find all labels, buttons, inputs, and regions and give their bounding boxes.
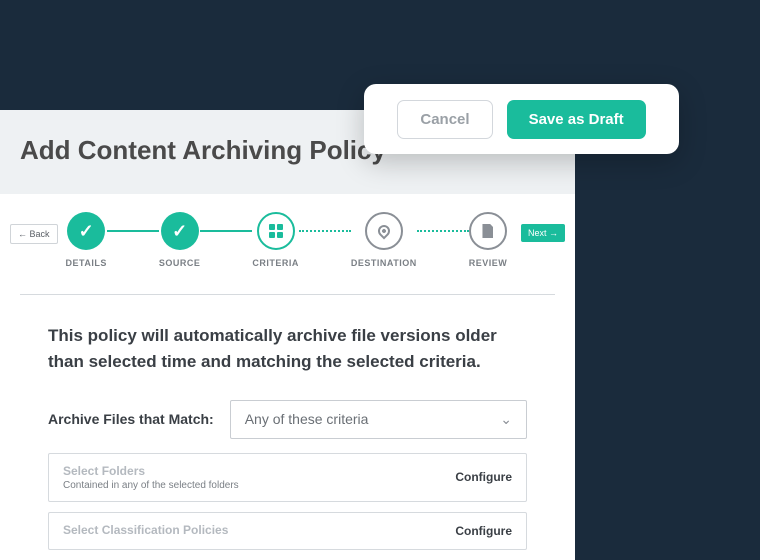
steps-row: ✓ DETAILS ✓ SOURCE CRITERIA DESTINATION: [66, 212, 513, 268]
step-label: CRITERIA: [252, 258, 299, 268]
criteria-info: Select Classification Policies: [63, 523, 228, 539]
criteria-card-classification: Select Classification Policies Configure: [48, 512, 527, 550]
step-label: DETAILS: [66, 258, 107, 268]
criteria-title: Select Folders: [63, 464, 239, 478]
stepper-connector: [299, 230, 351, 232]
document-icon: [469, 212, 507, 250]
stepper-connector: [107, 230, 159, 232]
select-value: Any of these criteria: [245, 411, 369, 427]
stepper-connector: [200, 230, 252, 232]
chevron-down-icon: ⌄: [500, 411, 512, 428]
match-row: Archive Files that Match: Any of these c…: [0, 400, 575, 453]
criteria-info: Select Folders Contained in any of the s…: [63, 464, 239, 491]
step-details[interactable]: ✓ DETAILS: [66, 212, 107, 268]
policy-description: This policy will automatically archive f…: [0, 295, 575, 400]
cancel-button[interactable]: Cancel: [397, 100, 492, 139]
check-icon: ✓: [161, 212, 199, 250]
step-source[interactable]: ✓ SOURCE: [159, 212, 201, 268]
step-label: DESTINATION: [351, 258, 417, 268]
step-criteria[interactable]: CRITERIA: [252, 212, 299, 268]
action-card: Cancel Save as Draft: [364, 84, 679, 154]
back-button[interactable]: ← Back: [10, 224, 58, 244]
pin-icon: [365, 212, 403, 250]
policy-panel: Add Content Archiving Policy ← Back ✓ DE…: [0, 110, 575, 560]
step-destination[interactable]: DESTINATION: [351, 212, 417, 268]
stepper-connector: [417, 230, 469, 232]
stepper: ← Back ✓ DETAILS ✓ SOURCE CRITERIA DES: [0, 194, 575, 276]
criteria-title: Select Classification Policies: [63, 523, 228, 537]
save-draft-button[interactable]: Save as Draft: [507, 100, 646, 139]
match-criteria-select[interactable]: Any of these criteria ⌄: [230, 400, 527, 439]
configure-button[interactable]: Configure: [455, 470, 512, 484]
step-label: SOURCE: [159, 258, 201, 268]
grid-icon: [257, 212, 295, 250]
criteria-subtitle: Contained in any of the selected folders: [63, 480, 239, 491]
next-button[interactable]: Next →: [521, 224, 565, 242]
check-icon: ✓: [67, 212, 105, 250]
criteria-card-folders: Select Folders Contained in any of the s…: [48, 453, 527, 502]
match-label: Archive Files that Match:: [48, 411, 214, 427]
step-label: REVIEW: [469, 258, 508, 268]
configure-button[interactable]: Configure: [455, 524, 512, 538]
step-review[interactable]: REVIEW: [469, 212, 508, 268]
